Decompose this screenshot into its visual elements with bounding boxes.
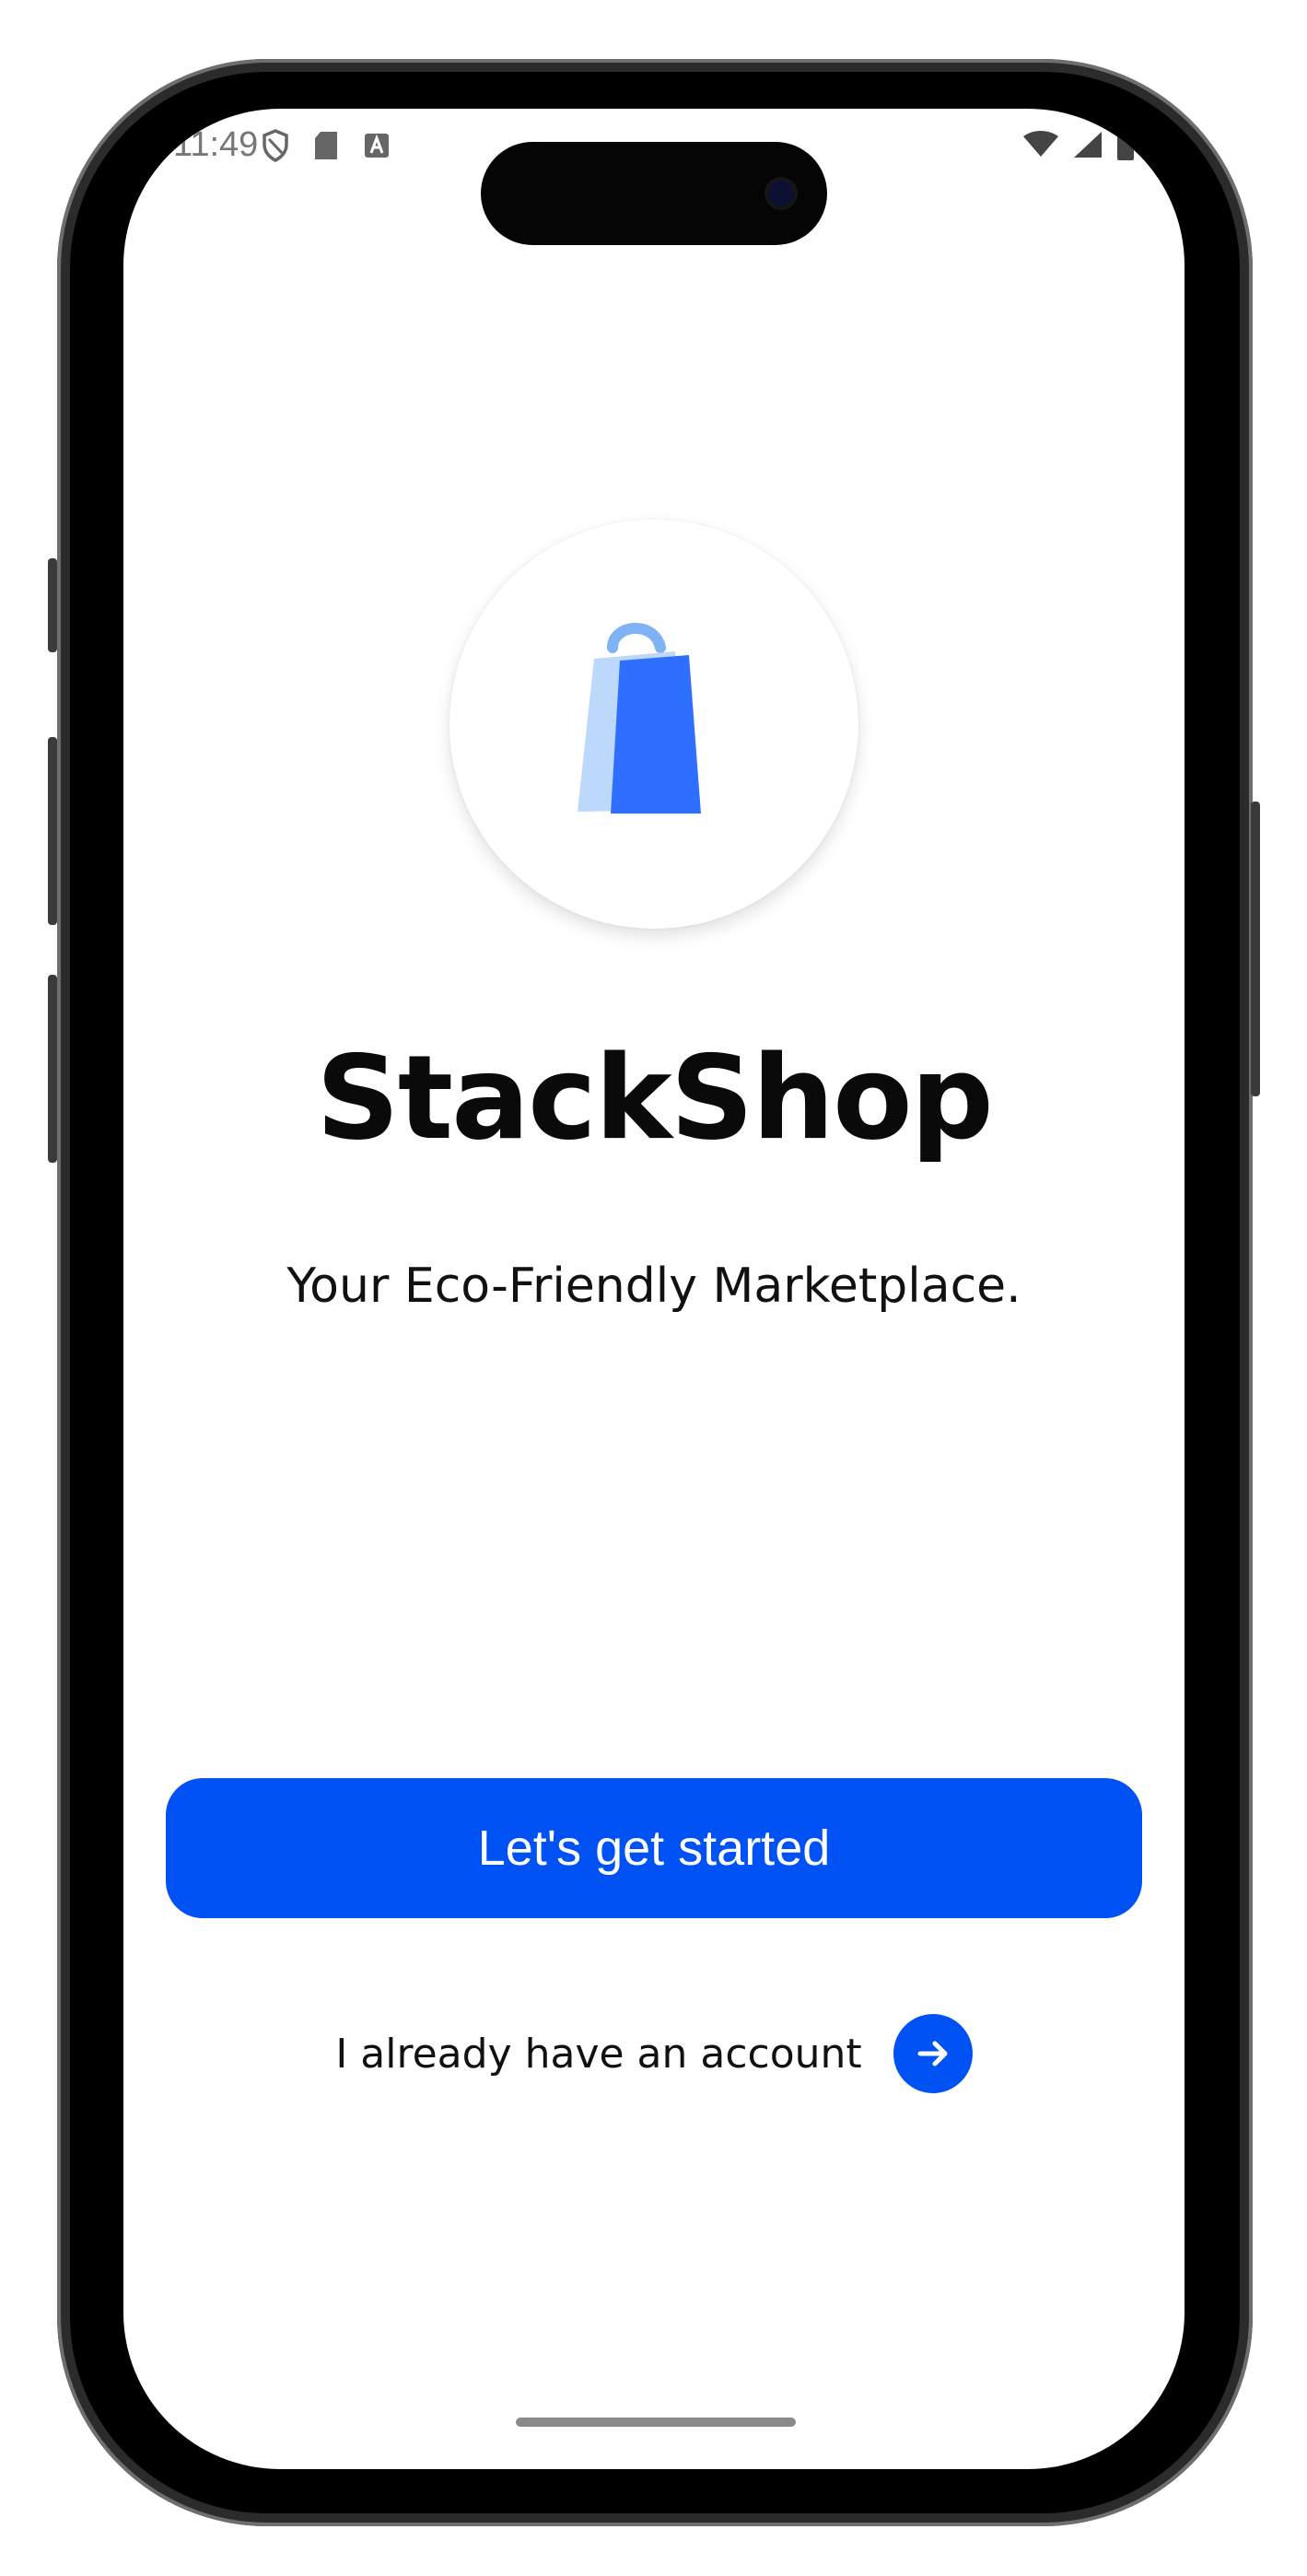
existing-account-label[interactable]: I already have an account [335, 2031, 861, 2078]
get-started-button[interactable]: Let's get started [166, 1778, 1142, 1918]
battery-icon [1116, 129, 1135, 164]
existing-account-link[interactable]: I already have an account [123, 2014, 1184, 2093]
wifi-icon [1022, 131, 1059, 162]
app-logo [449, 520, 858, 929]
power-button [1251, 802, 1260, 1096]
arrow-right-icon[interactable] [893, 2014, 973, 2093]
app-tagline: Your Eco-Friendly Marketplace. [286, 1259, 1021, 1314]
home-indicator[interactable] [516, 2418, 796, 2427]
signal-icon [1072, 130, 1103, 163]
app-title: StackShop [316, 1030, 994, 1165]
front-camera [768, 181, 794, 206]
shopping-bag-icon [578, 623, 701, 814]
shield-icon [262, 129, 289, 166]
action-button [48, 558, 57, 652]
a-notification-icon [363, 132, 391, 163]
volume-up-button [48, 737, 57, 925]
sd-card-icon [313, 130, 339, 165]
volume-down-button [48, 975, 57, 1163]
app-screen: 11:49 StackShop Your Eco-Friendly Market… [123, 109, 1184, 2469]
dynamic-island [481, 142, 827, 245]
status-icons-left [262, 129, 391, 166]
status-icons-right [1022, 129, 1135, 164]
status-time: 11:49 [173, 125, 259, 164]
